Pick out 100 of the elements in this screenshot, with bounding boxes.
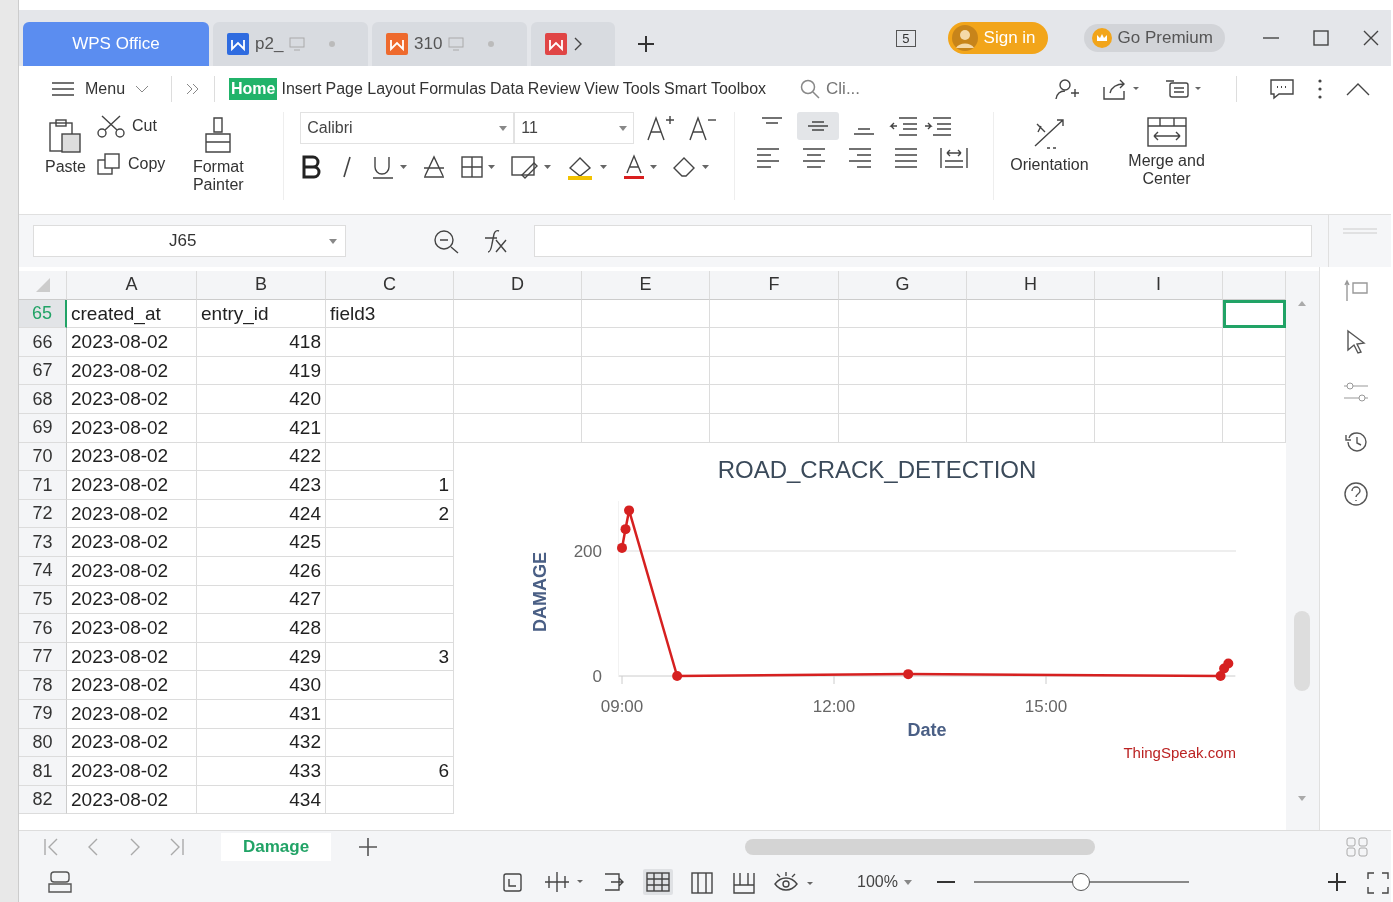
add-tab-icon[interactable]	[635, 33, 657, 55]
column-header[interactable]: F	[710, 271, 839, 300]
ribbon-tab[interactable]: Tools	[622, 78, 661, 100]
row-header[interactable]: 66	[19, 328, 67, 357]
column-header[interactable]: B	[197, 271, 326, 300]
format-painter-button[interactable]: Format Painter	[177, 112, 260, 198]
ribbon-tab[interactable]: Review	[527, 78, 581, 100]
monitor-icon	[448, 37, 465, 51]
ribbon-tab[interactable]: Insert	[281, 78, 322, 100]
cell-reference-field[interactable]: J65	[33, 225, 346, 258]
monitor-icon	[289, 37, 306, 51]
column-header[interactable]: D	[454, 271, 582, 300]
row-header[interactable]: 75	[19, 585, 67, 615]
credit-link[interactable]: ThingSpeak.com	[1123, 743, 1236, 761]
table-cell: 2023-08-02	[67, 414, 197, 443]
table-cell: 2023-08-02	[67, 700, 197, 729]
increase-indent-icon[interactable]	[923, 115, 954, 137]
add-user-icon[interactable]	[1054, 77, 1080, 101]
row-header[interactable]: 73	[19, 528, 67, 558]
ribbon-tab[interactable]: Smart Toolbox	[664, 78, 767, 100]
sliders-icon[interactable]	[1341, 381, 1370, 404]
more-icon[interactable]	[1317, 78, 1323, 100]
premium-button[interactable]: Go Premium	[1083, 24, 1225, 52]
underline-icon[interactable]	[370, 154, 409, 181]
column-header[interactable]: A	[67, 271, 197, 300]
table-cell: 428	[197, 614, 326, 643]
document-tab[interactable]: 310	[372, 22, 527, 66]
row-header[interactable]: 76	[19, 614, 67, 643]
document-tab[interactable]: p2_	[213, 22, 368, 66]
font-color-icon[interactable]	[622, 154, 659, 181]
list-icon[interactable]	[1164, 77, 1204, 101]
increase-font-icon[interactable]	[646, 114, 677, 142]
data-point	[903, 668, 914, 679]
table-cell: 2023-08-02	[67, 757, 197, 786]
row-header[interactable]: 70	[19, 442, 67, 472]
page-break-icon[interactable]	[731, 870, 757, 895]
ribbon-tab[interactable]: View	[584, 78, 619, 100]
row-header[interactable]: 74	[19, 557, 67, 586]
ribbon-tab[interactable]: Data	[490, 78, 524, 100]
comment-icon[interactable]	[1269, 78, 1295, 100]
document-tab[interactable]	[531, 22, 615, 66]
slider-thumb[interactable]	[1072, 873, 1091, 892]
share-icon[interactable]	[1102, 77, 1142, 101]
copy-button[interactable]: Copy	[91, 150, 170, 178]
column-header[interactable]: I	[1095, 271, 1223, 300]
column-header[interactable]: C	[326, 271, 454, 300]
scrollbar-thumb[interactable]	[1294, 611, 1310, 692]
menu-button[interactable]: Menu	[43, 80, 158, 98]
row-header[interactable]: 79	[19, 700, 67, 729]
row-header[interactable]: 80	[19, 728, 67, 758]
search-field[interactable]: Cli...	[824, 78, 899, 100]
help-icon[interactable]	[1342, 481, 1369, 508]
close-icon[interactable]	[1361, 28, 1381, 48]
ribbon-tab[interactable]: Formulas	[419, 78, 487, 100]
font-size-dropdown[interactable]: 11	[514, 112, 635, 144]
table-cell: 2023-08-02	[67, 585, 197, 615]
column-header[interactable]: G	[839, 271, 967, 300]
orientation-button[interactable]: Orientation	[1004, 112, 1095, 178]
row-header[interactable]: 81	[19, 757, 67, 786]
corner-triangle-icon	[35, 277, 50, 292]
row-header[interactable]: 69	[19, 414, 67, 443]
strikethrough-icon[interactable]	[422, 154, 447, 181]
column-header[interactable]: E	[582, 271, 710, 300]
row-header[interactable]: 71	[19, 471, 67, 500]
wrap-text-icon[interactable]	[939, 146, 970, 170]
double-chevron-icon[interactable]	[186, 83, 201, 95]
collapse-icon[interactable]	[1345, 81, 1371, 97]
window-count[interactable]: 5	[896, 29, 916, 47]
decrease-font-icon[interactable]	[688, 114, 719, 142]
table-cell: 418	[197, 328, 326, 357]
font-dropdown[interactable]: Calibri	[300, 112, 515, 144]
fullscreen-icon[interactable]	[1365, 870, 1391, 895]
row-header[interactable]: 82	[19, 785, 67, 815]
ribbon-tab[interactable]: Page Layout	[325, 78, 416, 100]
zoom-dropdown[interactable]: 100%	[851, 872, 918, 893]
column-header[interactable]: H	[967, 271, 1095, 300]
cell-style-icon[interactable]	[510, 154, 553, 181]
cut-button[interactable]: Cut	[91, 112, 170, 140]
decrease-indent-icon[interactable]	[889, 115, 920, 137]
row-header[interactable]: 77	[19, 642, 67, 672]
row-header[interactable]: 68	[19, 385, 67, 415]
borders-icon[interactable]	[460, 154, 497, 181]
horizontal-scrollbar[interactable]	[745, 838, 1096, 855]
row-header[interactable]: 78	[19, 671, 67, 700]
data-point	[672, 670, 683, 681]
column-width-icon[interactable]	[543, 870, 585, 895]
formula-field[interactable]	[533, 225, 1312, 258]
normal-view-icon[interactable]	[643, 869, 673, 896]
add-sheet-icon[interactable]	[357, 835, 380, 858]
maximize-icon[interactable]	[1311, 28, 1331, 48]
selected-cell[interactable]	[1223, 299, 1286, 329]
row-header[interactable]: 67	[19, 356, 67, 386]
fill-color-icon[interactable]	[566, 154, 609, 181]
paste-button[interactable]: Paste	[39, 114, 92, 180]
bold-icon[interactable]	[300, 154, 323, 181]
chevron-right-icon[interactable]	[573, 36, 583, 52]
row-header[interactable]: 72	[19, 499, 67, 529]
page-layout-icon[interactable]	[689, 870, 715, 895]
macro-icon[interactable]	[47, 870, 75, 895]
merge-and-center-button[interactable]: Merge and Center	[1108, 112, 1225, 192]
